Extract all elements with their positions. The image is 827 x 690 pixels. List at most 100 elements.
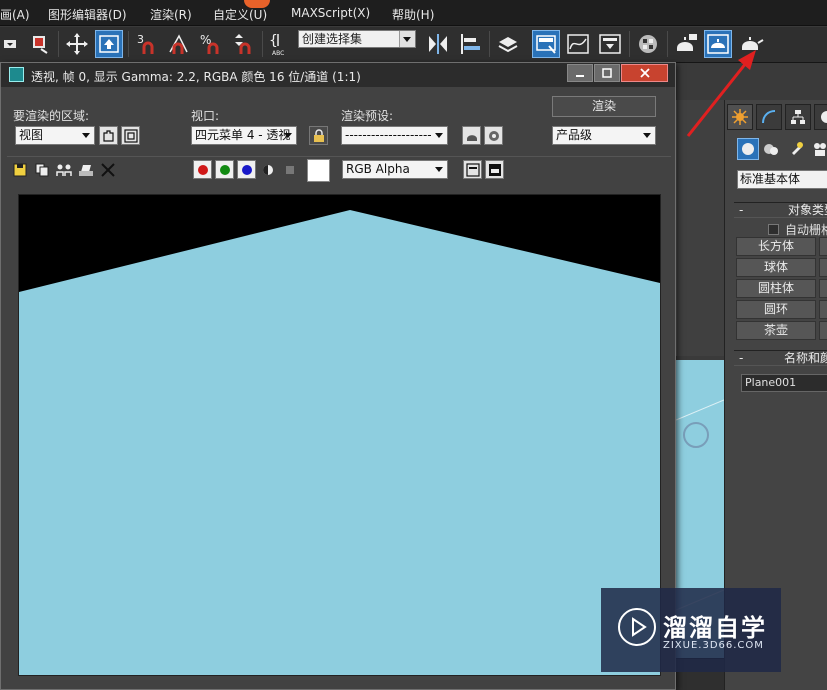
print-image-icon[interactable] [77,161,95,179]
save-image-icon[interactable] [11,161,29,179]
chevron-down-icon [435,167,443,172]
red-channel-toggle[interactable] [193,160,212,179]
select-link-icon[interactable] [26,30,54,58]
clone-window-icon[interactable] [55,161,73,179]
watermark-url: ZIXUE.3D66.COM [663,640,764,651]
toolbar-separator [629,31,630,57]
material-editor-icon[interactable] [634,30,662,58]
geometry-icon[interactable] [737,138,759,160]
chevron-down-icon [284,133,292,138]
named-selection-set-value: 创建选择集 [302,32,363,46]
layer-manager-icon[interactable] [494,30,522,58]
render-setup-small-icon[interactable] [462,126,481,145]
snap-3d-icon[interactable]: 3 [133,30,161,58]
checkbox-box [768,224,779,235]
curve-editor-icon[interactable] [564,30,592,58]
angle-snap-icon[interactable] [165,30,193,58]
select-place-icon[interactable] [95,30,123,58]
alpha-channel-icon[interactable] [259,161,277,179]
chevron-down-icon [435,133,443,138]
edit-region-icon[interactable] [99,126,118,145]
edit-named-selection-icon[interactable]: {ABC [266,30,294,58]
hierarchy-tab-icon[interactable] [785,104,811,130]
app-icon [9,67,24,82]
object-type-rollup[interactable]: - 对象类型 [734,202,827,218]
render-setup-icon[interactable] [672,30,700,58]
clear-image-icon[interactable] [99,161,117,179]
chevron-down-icon [82,133,90,138]
rendered-image [18,194,661,676]
window-title-bar[interactable]: 透视, 帧 0, 显示 Gamma: 2.2, RGBA 颜色 16 位/通道 … [1,63,675,87]
cone-button[interactable] [819,237,827,256]
scene-explorer-icon[interactable] [532,30,560,58]
menu-graph-editors[interactable]: 图形编辑器(D) [48,6,127,23]
command-panel-tabs [727,104,827,130]
render-button[interactable]: 渲染 [552,96,656,117]
geosphere-button[interactable] [819,258,827,277]
menu-maxscript[interactable]: MAXScript(X) [291,6,370,20]
close-button[interactable] [621,64,668,82]
object-name-value: Plane001 [745,376,797,389]
blue-channel-dot [241,164,252,175]
maximize-button[interactable] [594,64,620,82]
render-quality-dropdown[interactable]: 产品级 [552,126,656,145]
viewport-dropdown[interactable]: 四元菜单 4 - 透视 [191,126,297,145]
dropdown-arrow-icon[interactable] [0,30,22,58]
sphere-button[interactable]: 球体 [736,258,816,277]
primitive-type-dropdown[interactable]: 标准基本体 [737,170,827,189]
menu-bar: 画(A) 图形编辑器(D) 渲染(R) 自定义(U) MAXScript(X) … [0,0,827,26]
minimize-button[interactable] [567,64,593,82]
render-area-dropdown[interactable]: 视图 [15,126,95,145]
box-button[interactable]: 长方体 [736,237,816,256]
named-selection-set-dropdown[interactable]: 创建选择集 [298,30,416,48]
green-channel-dot [219,164,230,175]
mirror-icon[interactable] [424,30,452,58]
copy-image-icon[interactable] [33,161,51,179]
green-channel-toggle[interactable] [215,160,234,179]
shapes-icon[interactable] [760,138,782,160]
torus-button[interactable]: 圆环 [736,300,816,319]
auto-region-icon[interactable] [121,126,140,145]
lights-icon[interactable] [785,138,807,160]
lock-icon[interactable] [309,126,328,145]
menu-rendering[interactable]: 渲染(R) [150,6,192,23]
render-preset-dropdown[interactable]: -------------------- [341,126,448,145]
render-production-icon[interactable] [738,30,766,58]
name-color-rollup[interactable]: - 名称和颜色 [734,350,827,366]
render-area-value: 视图 [19,128,44,142]
spinner-snap-icon[interactable] [229,30,257,58]
monochrome-icon[interactable] [281,161,299,179]
cylinder-button[interactable]: 圆柱体 [736,279,816,298]
create-tab-icon[interactable] [727,104,753,130]
menu-animation[interactable]: 画(A) [0,6,30,23]
svg-text:ABC: ABC [272,50,284,57]
autogrid-checkbox[interactable]: 自动栅格 [768,221,827,238]
viewport-value: 四元菜单 4 - 透视 [195,128,291,142]
pyramid-button[interactable] [819,300,827,319]
display-channel-value: RGB Alpha [346,162,410,176]
plane-button[interactable] [819,321,827,340]
render-preset-label: 渲染预设: [341,109,394,123]
environment-effects-icon[interactable] [484,126,503,145]
schematic-view-icon[interactable] [596,30,624,58]
cameras-icon[interactable] [809,138,827,160]
modify-tab-icon[interactable] [756,104,782,130]
render-quality-value: 产品级 [556,128,593,142]
align-icon[interactable] [456,30,484,58]
color-swatch[interactable] [307,159,330,182]
teapot-button[interactable]: 茶壶 [736,321,816,340]
menu-help[interactable]: 帮助(H) [392,6,434,23]
toolbar-separator [667,31,668,57]
move-icon[interactable] [63,30,91,58]
menu-customize[interactable]: 自定义(U) [213,6,267,23]
blue-channel-toggle[interactable] [237,160,256,179]
display-channel-dropdown[interactable]: RGB Alpha [342,160,448,179]
object-name-input[interactable]: Plane001 [741,374,827,392]
motion-tab-icon[interactable] [814,104,827,130]
rendered-frame-window-icon[interactable] [704,30,732,58]
red-channel-dot [197,164,208,175]
toggle-toolbar-icon[interactable] [463,160,482,179]
toggle-display-icon[interactable] [485,160,504,179]
tube-button[interactable] [819,279,827,298]
percent-snap-icon[interactable]: % [197,30,225,58]
